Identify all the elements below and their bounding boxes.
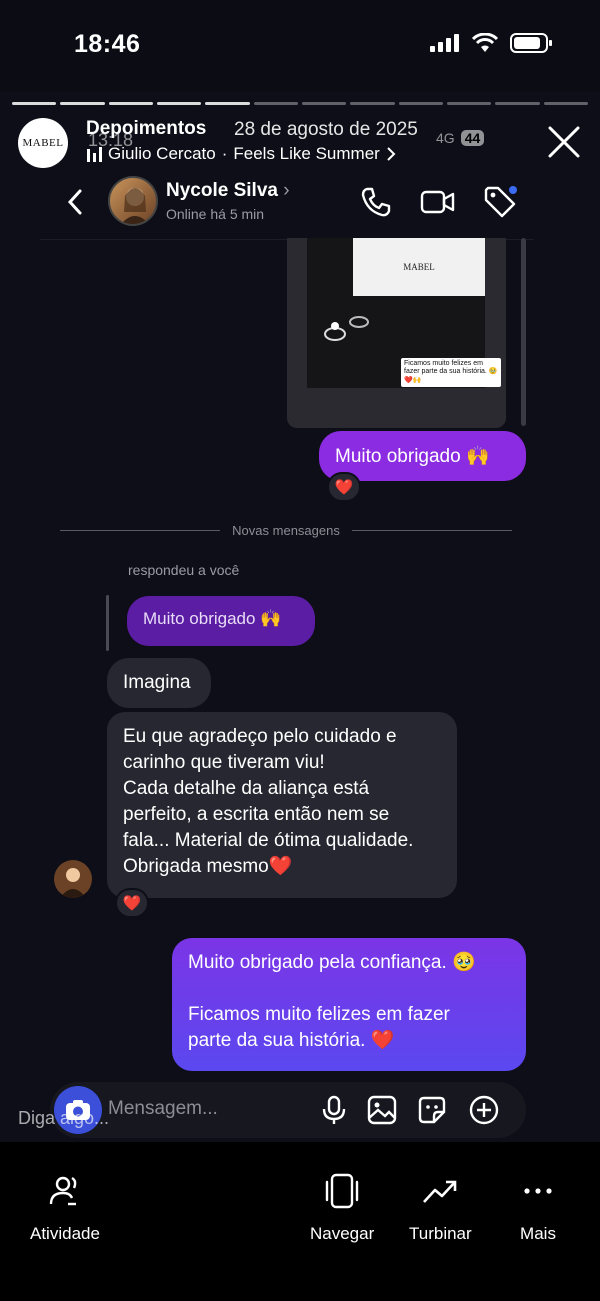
sticker-icon[interactable] bbox=[416, 1094, 448, 1126]
progress-segment bbox=[350, 102, 395, 105]
background-network-type: 4G bbox=[436, 130, 455, 146]
sender-avatar[interactable] bbox=[54, 860, 92, 898]
message-text: Muito obrigado 🙌 bbox=[335, 446, 490, 467]
incoming-message-long[interactable]: Eu que agradeço pelo cuidado e carinho q… bbox=[107, 712, 457, 898]
status-bar: 18:46 bbox=[0, 0, 600, 92]
message-text: Imagina bbox=[123, 672, 191, 693]
heart-reaction: ❤️ bbox=[334, 479, 354, 496]
photo-dark-area: MABEL Ficamos muito felizes em fazer par… bbox=[307, 238, 501, 388]
chat-header: Nycole Silva › Online há 5 min bbox=[40, 172, 534, 240]
divider-label: Novas mensagens bbox=[232, 522, 340, 538]
photo-card: MABEL bbox=[353, 238, 485, 296]
trend-up-icon bbox=[423, 1180, 457, 1203]
progress-segment bbox=[543, 102, 588, 105]
reply-quote-bar bbox=[106, 595, 109, 651]
story-date: 28 de agosto de 2025 bbox=[234, 119, 418, 140]
progress-segment bbox=[446, 102, 492, 105]
account-logo-text: MABEL bbox=[22, 137, 64, 149]
status-time: 18:46 bbox=[74, 30, 141, 58]
story-title[interactable]: Depoimentos bbox=[86, 118, 206, 140]
people-icon bbox=[49, 1176, 77, 1206]
progress-segment bbox=[205, 102, 250, 105]
message-line: parte da sua história. ❤️ bbox=[188, 1030, 395, 1051]
progress-segment bbox=[495, 102, 540, 105]
quoted-message[interactable]: Muito obrigado 🙌 bbox=[127, 596, 315, 646]
music-artist: Giulio Cercato bbox=[108, 144, 216, 163]
tag-icon[interactable] bbox=[482, 184, 518, 220]
contact-avatar[interactable] bbox=[108, 176, 158, 226]
nav-navegar[interactable]: Navegar bbox=[310, 1172, 374, 1244]
new-messages-divider: Novas mensagens bbox=[60, 520, 513, 540]
progress-segment bbox=[253, 102, 298, 105]
story-music[interactable]: Giulio Cercato · Feels Like Summer bbox=[86, 144, 396, 164]
account-avatar[interactable]: MABEL bbox=[18, 118, 68, 168]
nav-label: Atividade bbox=[30, 1224, 100, 1243]
background-network: 4G 44 bbox=[436, 130, 485, 146]
message-line: Ficamos muito felizes em fazer bbox=[188, 1004, 450, 1025]
battery-icon bbox=[510, 33, 552, 53]
gallery-icon[interactable] bbox=[366, 1094, 398, 1126]
nav-atividade[interactable]: Atividade bbox=[30, 1172, 100, 1244]
photo-card-text: MABEL bbox=[403, 262, 435, 272]
contact-name[interactable]: Nycole Silva › bbox=[166, 180, 290, 202]
nav-label: Navegar bbox=[310, 1224, 375, 1243]
plus-circle-icon[interactable] bbox=[468, 1094, 500, 1126]
message-composer: Mensagem... bbox=[50, 1082, 526, 1138]
nav-mais[interactable]: Mais bbox=[519, 1172, 557, 1244]
message-line: perfeito, a escrita então nem se bbox=[123, 804, 390, 825]
back-arrow-icon[interactable] bbox=[66, 188, 84, 216]
message-reaction[interactable]: ❤️ bbox=[327, 472, 361, 502]
chevron-right-icon bbox=[387, 147, 396, 161]
video-call-icon[interactable] bbox=[420, 186, 456, 218]
message-line: fala... Material de ótima qualidade. bbox=[123, 830, 414, 851]
nav-label: Turbinar bbox=[409, 1224, 472, 1243]
more-dots-icon bbox=[524, 1188, 552, 1194]
message-input[interactable]: Mensagem... bbox=[108, 1098, 218, 1120]
music-bars-icon bbox=[87, 147, 102, 162]
message-line: Obrigada mesmo❤️ bbox=[123, 856, 293, 877]
music-separator: · bbox=[221, 144, 228, 163]
contact-photo-icon bbox=[121, 188, 149, 224]
progress-segment bbox=[301, 102, 347, 105]
ring-icon bbox=[324, 316, 369, 341]
story-header: MABEL 13:18 Depoimentos 28 de agosto de … bbox=[18, 116, 582, 172]
story-progress bbox=[12, 102, 588, 105]
message-line: Eu que agradeço pelo cuidado e bbox=[123, 726, 397, 747]
signal-icon bbox=[430, 34, 459, 52]
message-line: Cada detalhe da aliança está bbox=[123, 778, 370, 799]
story-reply-overlay[interactable]: Diga algo... bbox=[18, 1108, 109, 1129]
progress-segment bbox=[156, 102, 202, 105]
background-battery: 44 bbox=[460, 130, 485, 146]
status-icons bbox=[430, 33, 552, 53]
contact-status: Online há 5 min bbox=[166, 206, 265, 222]
microphone-icon[interactable] bbox=[318, 1094, 350, 1126]
nav-label: Mais bbox=[520, 1224, 556, 1243]
phone-frame-icon bbox=[325, 1173, 359, 1209]
message-reaction[interactable]: ❤️ bbox=[115, 888, 149, 918]
story-viewer: MABEL 13:18 Depoimentos 28 de agosto de … bbox=[0, 92, 600, 1142]
music-track: Feels Like Summer bbox=[233, 144, 380, 163]
heart-reaction: ❤️ bbox=[122, 895, 142, 912]
bottom-bar: Atividade Navegar Turbinar Mais bbox=[0, 1142, 600, 1301]
sender-photo-icon bbox=[60, 868, 86, 898]
progress-segment bbox=[108, 102, 153, 105]
wifi-icon bbox=[472, 33, 498, 52]
progress-segment bbox=[398, 102, 443, 105]
close-icon[interactable] bbox=[546, 124, 582, 160]
incoming-message[interactable]: Imagina bbox=[107, 658, 211, 708]
outgoing-message-final[interactable]: Muito obrigado pela confiança. 🥹 Ficamos… bbox=[172, 938, 526, 1071]
progress-segment bbox=[60, 102, 105, 105]
shared-photo[interactable]: MABEL Ficamos muito felizes em fazer par… bbox=[287, 238, 506, 428]
phone-icon[interactable] bbox=[360, 186, 392, 218]
message-line: Muito obrigado pela confiança. 🥹 bbox=[188, 952, 476, 973]
replied-label: respondeu a você bbox=[128, 562, 240, 578]
quoted-text: Muito obrigado 🙌 bbox=[143, 609, 282, 628]
nav-turbinar[interactable]: Turbinar bbox=[409, 1172, 472, 1244]
message-line: carinho que tiveram viu! bbox=[123, 752, 325, 773]
progress-segment bbox=[12, 102, 57, 105]
chevron-right-icon: › bbox=[283, 180, 290, 201]
photo-caption: Ficamos muito felizes em fazer parte da … bbox=[401, 358, 501, 388]
chat-scrollbar[interactable] bbox=[521, 238, 526, 426]
